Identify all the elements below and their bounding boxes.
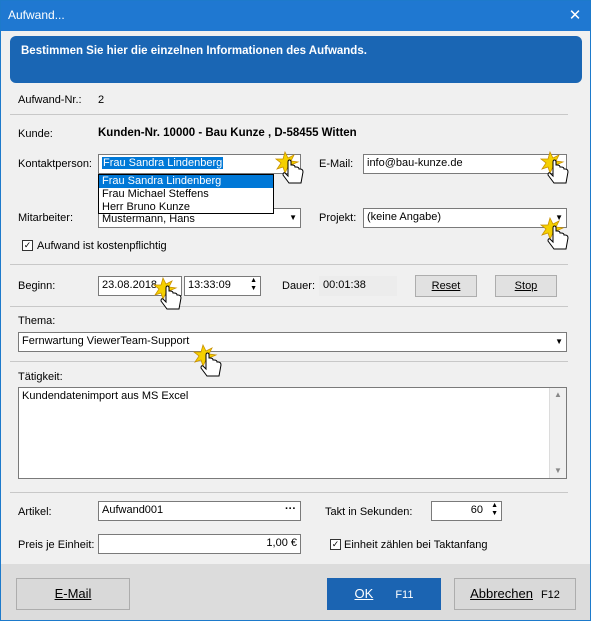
vertical-scrollbar[interactable]: ▲ ▼: [549, 388, 566, 478]
kunde-value: Kunden-Nr. 10000 - Bau Kunze , D-58455 W…: [98, 127, 357, 139]
beginn-time-value: 13:33:09: [188, 279, 231, 291]
beginn-time-field[interactable]: 13:33:09 ▲ ▼: [184, 276, 261, 296]
kostenpflichtig-label: Aufwand ist kostenpflichtig: [37, 240, 167, 252]
chevron-down-icon: ▼: [289, 213, 297, 222]
reset-button-label: Reset: [431, 280, 461, 292]
cancel-button[interactable]: Abbrechen F12: [454, 578, 576, 610]
projekt-select[interactable]: (keine Angabe) ▼: [363, 208, 567, 228]
projekt-label: Projekt:: [319, 212, 357, 224]
taetigkeit-value: Kundendatenimport aus MS Excel: [22, 390, 189, 402]
mitarbeiter-value: Mustermann, Hans: [102, 213, 195, 225]
thema-label: Thema:: [18, 315, 56, 327]
hand-cursor-icon: [540, 150, 569, 184]
window-title: Aufwand...: [8, 8, 65, 22]
info-banner: Bestimmen Sie hier die einzelnen Informa…: [10, 36, 582, 83]
kostenpflichtig-checkbox[interactable]: ✓: [22, 240, 33, 251]
taktanfang-label: Einheit zählen bei Taktanfang: [344, 539, 488, 551]
beginn-label: Beginn:: [18, 280, 56, 292]
email-label: E-Mail:: [319, 158, 354, 170]
footer-bar: E-Mail OK F11 Abbrechen F12: [1, 564, 590, 620]
takt-label: Takt in Sekunden:: [325, 506, 413, 518]
thema-value: Fernwartung ViewerTeam-Support: [22, 335, 190, 347]
divider: [10, 264, 568, 265]
hand-cursor-icon: [193, 343, 222, 377]
email-button[interactable]: E-Mail: [16, 578, 130, 610]
divider: [10, 361, 568, 362]
dropdown-option[interactable]: Frau Sandra Lindenberg: [99, 175, 273, 188]
preis-field[interactable]: 1,00 €: [98, 534, 301, 554]
artikel-label: Artikel:: [18, 506, 52, 518]
hand-cursor-icon: [540, 216, 569, 250]
projekt-value: (keine Angabe): [367, 211, 441, 223]
email-field[interactable]: info@bau-kunze.de: [363, 154, 567, 174]
stop-button[interactable]: Stop: [495, 275, 557, 297]
kontaktperson-selected: Frau Sandra Lindenberg: [102, 157, 224, 169]
spinner-icon[interactable]: ▲ ▼: [250, 277, 257, 293]
reset-button[interactable]: Reset: [415, 275, 477, 297]
ok-shortcut: F11: [395, 589, 414, 601]
dauer-value: 00:01:38: [323, 279, 366, 291]
divider: [10, 492, 568, 493]
scroll-down-icon[interactable]: ▼: [550, 464, 566, 478]
dauer-field: 00:01:38: [319, 276, 397, 296]
taetigkeit-textarea[interactable]: Kundendatenimport aus MS Excel ▲ ▼: [18, 387, 567, 479]
preis-value: 1,00 €: [266, 537, 297, 549]
takt-stepper[interactable]: 60 ▲ ▼: [431, 501, 502, 521]
artikel-value: Aufwand001: [102, 504, 164, 516]
scroll-up-icon[interactable]: ▲: [550, 388, 566, 402]
email-value: info@bau-kunze.de: [367, 157, 463, 169]
dropdown-option[interactable]: Herr Bruno Kunze: [99, 201, 273, 214]
dropdown-option[interactable]: Frau Michael Steffens: [99, 188, 273, 201]
divider: [10, 114, 568, 115]
hand-cursor-icon: [153, 276, 182, 310]
divider: [10, 306, 568, 307]
preis-label: Preis je Einheit:: [18, 539, 95, 551]
title-bar: Aufwand... ✕: [1, 1, 590, 31]
kontaktperson-dropdown-list[interactable]: Frau Sandra Lindenberg Frau Michael Stef…: [98, 174, 274, 214]
artikel-field[interactable]: Aufwand001 ···: [98, 501, 301, 521]
taktanfang-checkbox[interactable]: ✓: [330, 539, 341, 550]
close-icon[interactable]: ✕: [560, 1, 590, 31]
beginn-date-value: 23.08.2018: [102, 279, 158, 291]
dauer-label: Dauer:: [282, 280, 316, 292]
thema-select[interactable]: Fernwartung ViewerTeam-Support ▼: [18, 332, 567, 352]
hand-cursor-icon: [275, 150, 304, 184]
dialog-window: Aufwand... ✕ Bestimmen Sie hier die einz…: [0, 0, 591, 621]
kontaktperson-combo[interactable]: Frau Sandra Lindenberg: [98, 154, 301, 174]
ok-button-label: OK: [354, 586, 374, 601]
chevron-down-icon: ▼: [555, 337, 563, 346]
aufwand-nr-value: 2: [98, 94, 105, 106]
spinner-icon[interactable]: ▲ ▼: [491, 502, 498, 518]
stop-button-label: Stop: [514, 280, 538, 292]
browse-icon[interactable]: ···: [285, 503, 296, 515]
takt-value: 60: [470, 504, 483, 516]
mitarbeiter-label: Mitarbeiter:: [18, 212, 74, 224]
kontaktperson-label: Kontaktperson:: [18, 158, 92, 170]
kunde-label: Kunde:: [18, 128, 53, 140]
cancel-button-label: Abbrechen: [470, 586, 533, 601]
ok-button[interactable]: OK F11: [327, 578, 441, 610]
cancel-shortcut: F12: [540, 589, 560, 601]
email-button-label: E-Mail: [54, 586, 92, 601]
aufwand-nr-label: Aufwand-Nr.:: [18, 94, 82, 106]
taetigkeit-label: Tätigkeit:: [18, 371, 63, 383]
